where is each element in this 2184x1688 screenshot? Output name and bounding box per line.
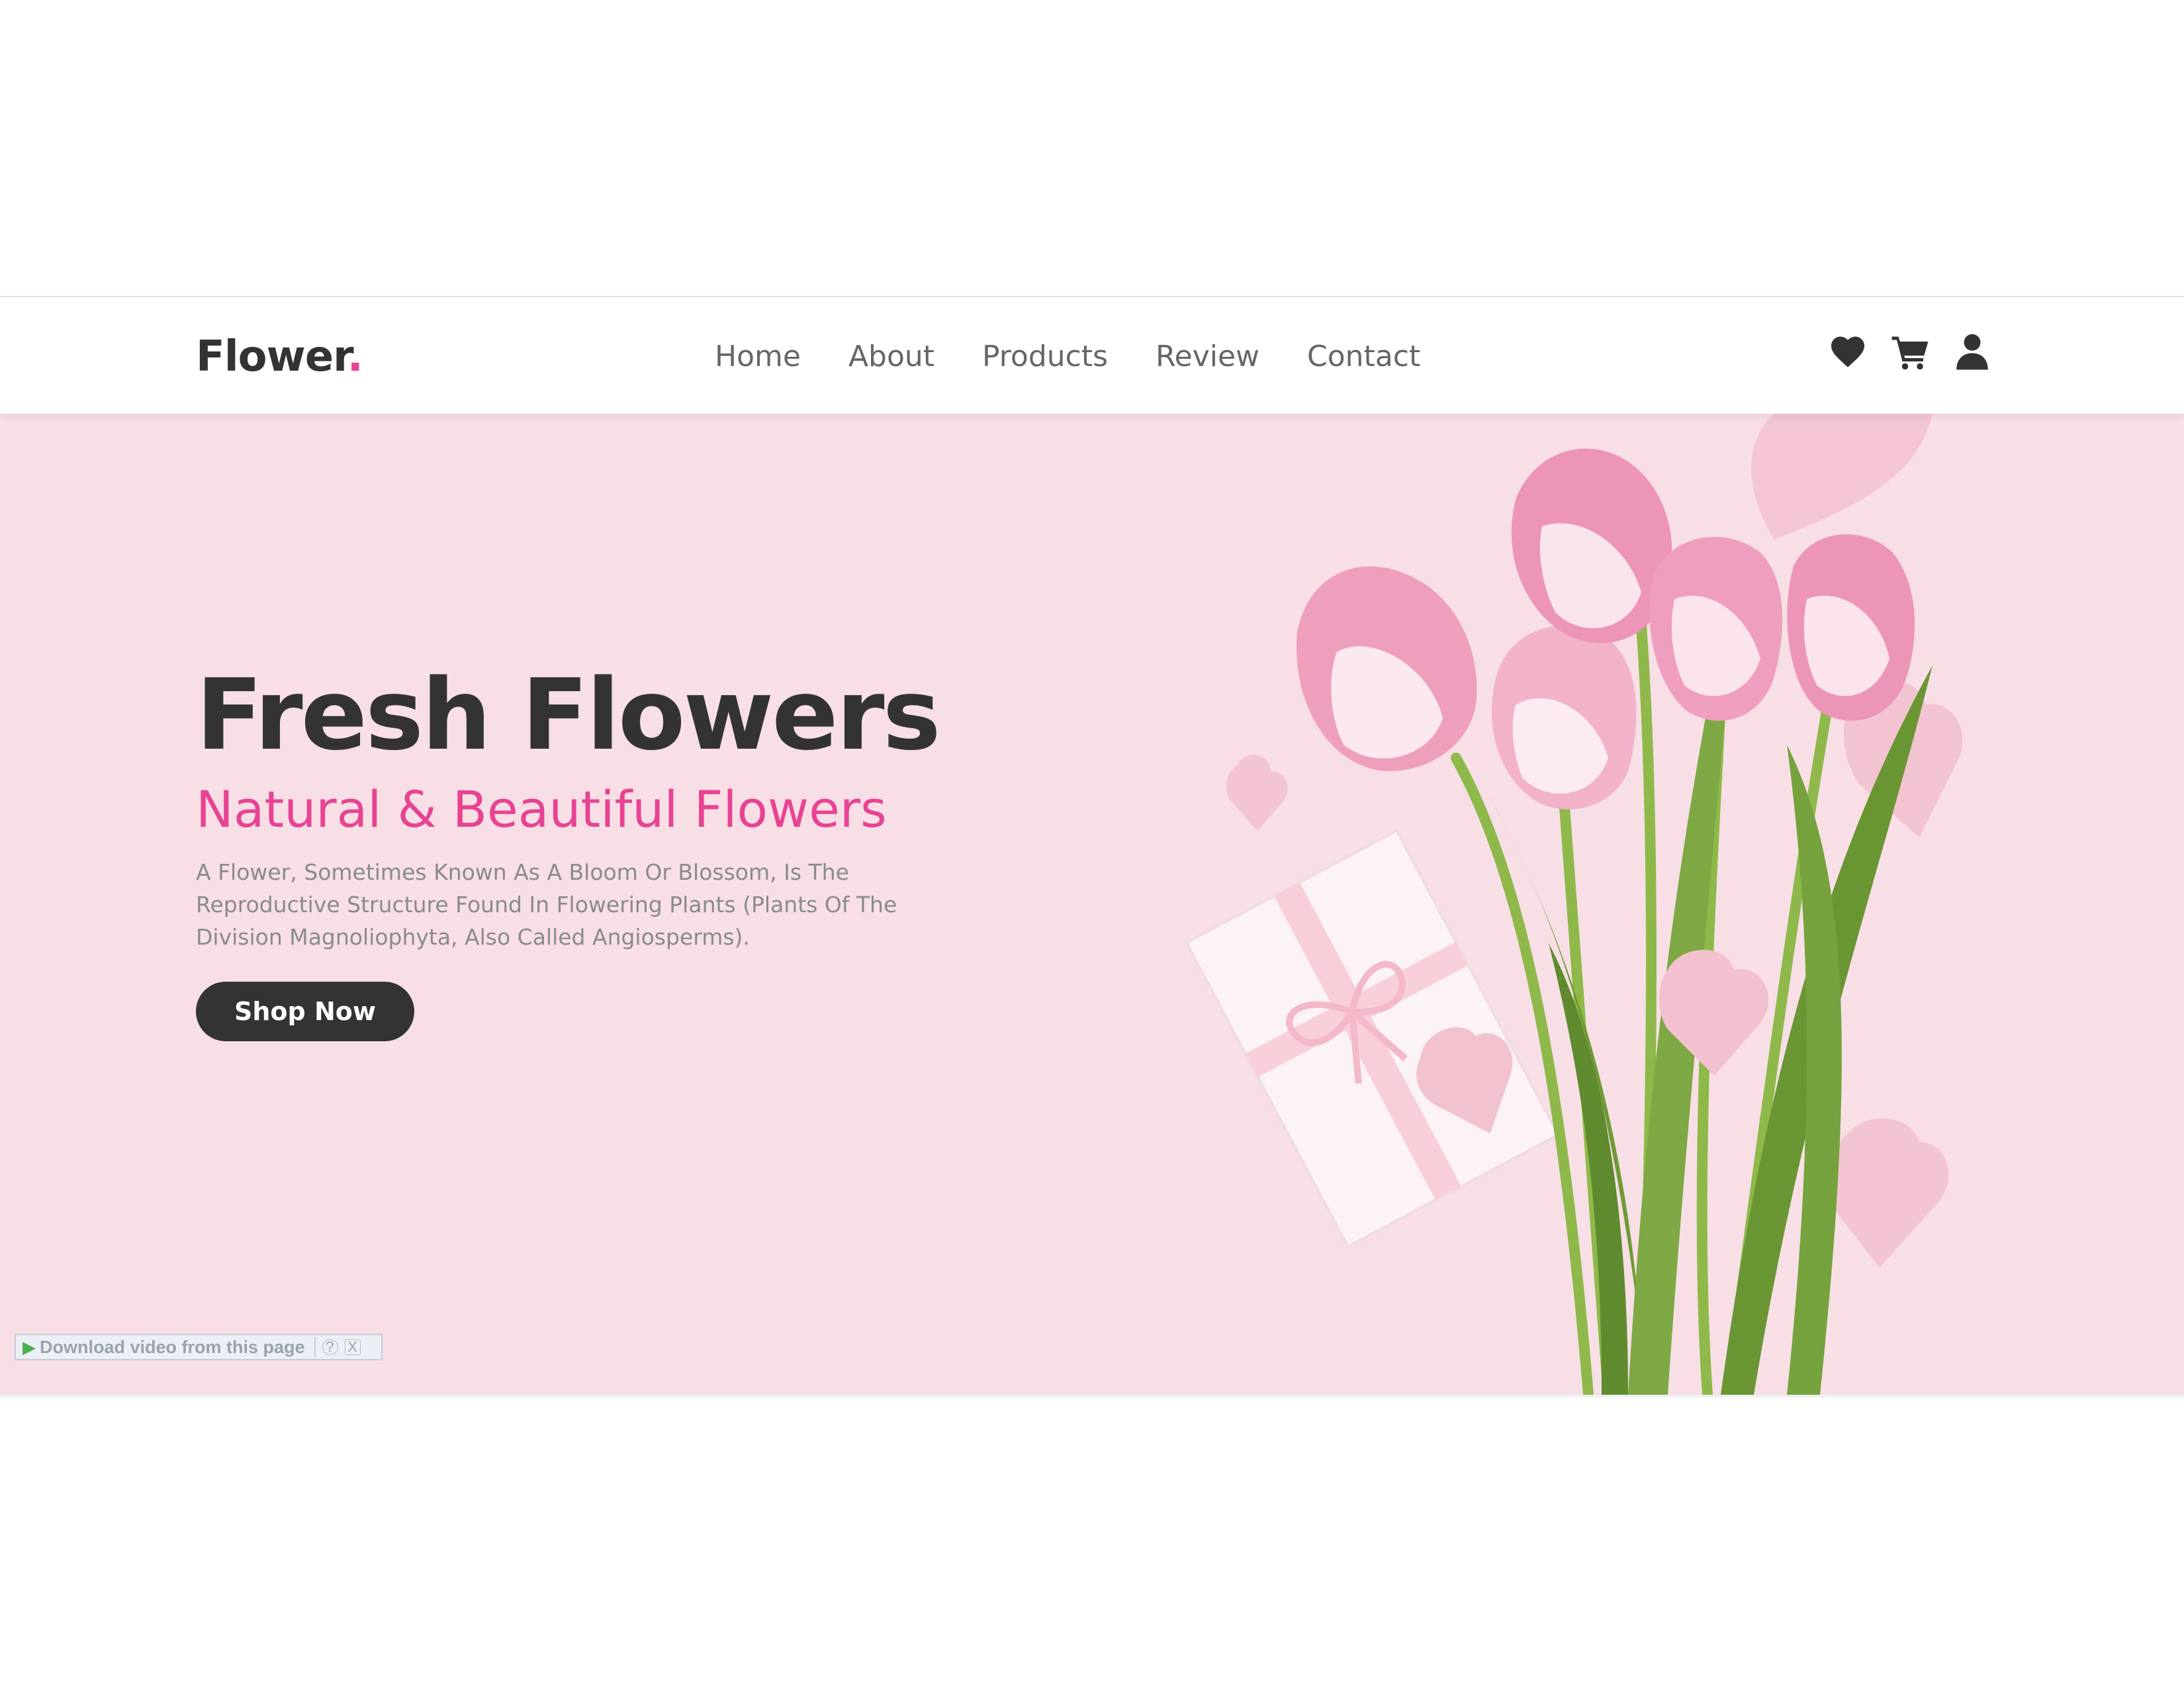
download-bar-divider: [314, 1337, 316, 1357]
download-video-label[interactable]: Download video from this page: [40, 1337, 305, 1358]
nav-link-products[interactable]: Products: [982, 337, 1108, 377]
user-icon[interactable]: [1952, 332, 1992, 371]
download-video-bar[interactable]: ▶ Download video from this page ? X: [15, 1334, 383, 1360]
hero-section: Fresh Flowers Natural & Beautiful Flower…: [0, 414, 2184, 1395]
nav-link-contact[interactable]: Contact: [1307, 337, 1420, 377]
nav-link-home[interactable]: Home: [715, 337, 801, 377]
hero-bottom-divider: [0, 1395, 2184, 1397]
nav-link-review[interactable]: Review: [1156, 337, 1259, 377]
cart-icon[interactable]: [1890, 332, 1930, 371]
logo-text: Flower: [196, 332, 348, 381]
heart-icon[interactable]: [1828, 332, 1868, 371]
shop-now-button[interactable]: Shop Now: [196, 982, 414, 1041]
help-icon[interactable]: ?: [322, 1339, 338, 1355]
close-icon[interactable]: X: [344, 1339, 361, 1355]
play-icon: ▶: [23, 1336, 36, 1357]
logo[interactable]: Flower.: [196, 330, 363, 383]
hero-title: Fresh Flowers: [196, 658, 941, 772]
hero-subtitle: Natural & Beautiful Flowers: [196, 780, 887, 839]
nav-icons: [1828, 332, 1992, 371]
navbar: Flower. Home About Products Review Conta…: [0, 297, 2184, 414]
logo-dot: .: [347, 332, 363, 381]
nav-link-about[interactable]: About: [848, 337, 934, 377]
hero-image: [1184, 414, 1963, 1395]
main-nav: Home About Products Review Contact: [715, 337, 1468, 377]
hero-description: A Flower, Sometimes Known As A Bloom Or …: [196, 859, 897, 950]
